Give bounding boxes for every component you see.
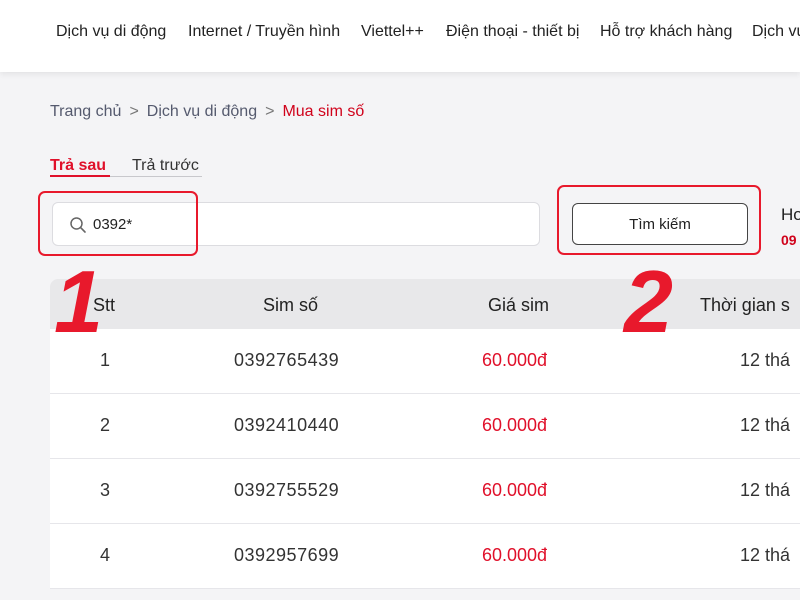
- tab-underline-active: [50, 175, 110, 177]
- table-header: Stt Sim số Giá sim Thời gian s: [50, 279, 800, 329]
- nav-item-services[interactable]: Dịch vụ: [752, 23, 800, 41]
- table-row[interactable]: 4 0392957699 60.000đ 12 thá: [50, 524, 800, 589]
- column-header-price: Giá sim: [488, 295, 550, 315]
- nav-item-viettel-plus[interactable]: Viettel++: [361, 23, 424, 41]
- row-time: 12 thá: [740, 545, 791, 565]
- nav-item-internet-tv[interactable]: Internet / Truyền hình: [188, 23, 340, 41]
- row-sim-number: 0392765439: [234, 350, 340, 370]
- highlight-box-search-input: [38, 191, 198, 256]
- breadcrumb: Trang chủ > Dịch vụ di động > Mua sim số: [50, 103, 364, 121]
- row-sim-number: 0392957699: [234, 545, 340, 565]
- row-sim-number: 0392755529: [234, 480, 340, 500]
- row-price: 60.000đ: [482, 350, 548, 370]
- step-number-2: 2: [624, 252, 673, 351]
- row-price: 60.000đ: [482, 415, 548, 435]
- nav-item-phones-devices[interactable]: Điện thoại - thiết bị: [446, 23, 579, 41]
- row-time: 12 thá: [740, 480, 791, 500]
- table-row[interactable]: 2 0392410440 60.000đ 12 thá: [50, 394, 800, 459]
- row-time: 12 thá: [740, 415, 791, 435]
- tab-prepaid[interactable]: Trả trước: [132, 157, 199, 175]
- row-stt: 4: [100, 545, 111, 565]
- row-stt: 2: [100, 415, 111, 435]
- row-stt: 1: [100, 350, 111, 370]
- table-row[interactable]: 1 0392765439 60.000đ 12 thá: [50, 329, 800, 394]
- row-sim-number: 0392410440: [234, 415, 340, 435]
- row-price: 60.000đ: [482, 480, 548, 500]
- tab-postpaid[interactable]: Trả sau: [50, 157, 106, 175]
- step-number-1: 1: [54, 252, 103, 351]
- row-time: 12 thá: [740, 350, 791, 370]
- row-stt: 3: [100, 480, 111, 500]
- side-panel-value: 09: [781, 232, 797, 248]
- breadcrumb-current: Mua sim số: [282, 103, 365, 120]
- column-header-sim: Sim số: [263, 295, 319, 315]
- side-panel-title: Ho: [781, 205, 800, 224]
- breadcrumb-mobile-services[interactable]: Dịch vụ di động: [147, 103, 257, 120]
- nav-item-customer-support[interactable]: Hỗ trợ khách hàng: [600, 23, 732, 41]
- highlight-box-search-button: [557, 185, 761, 255]
- column-header-time: Thời gian s: [700, 295, 790, 315]
- breadcrumb-separator: >: [265, 103, 275, 120]
- table-row[interactable]: 3 0392755529 60.000đ 12 thá: [50, 459, 800, 524]
- breadcrumb-separator: >: [129, 103, 139, 120]
- breadcrumb-home[interactable]: Trang chủ: [50, 103, 121, 120]
- nav-item-mobile-services[interactable]: Dịch vụ di động: [56, 23, 166, 41]
- row-price: 60.000đ: [482, 545, 548, 565]
- top-navigation: Dịch vụ di động Internet / Truyền hình V…: [0, 0, 800, 72]
